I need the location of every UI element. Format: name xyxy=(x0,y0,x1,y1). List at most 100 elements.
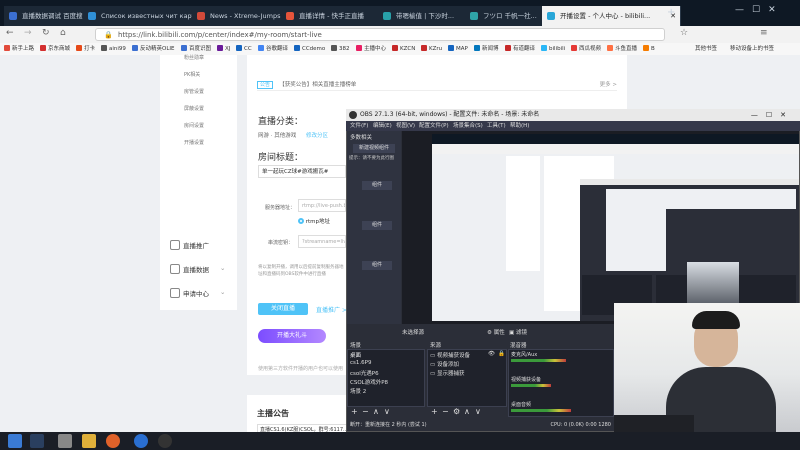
tab-favicon xyxy=(286,12,294,20)
bookmark-item[interactable]: 主播中心 xyxy=(356,44,386,54)
steam-icon[interactable] xyxy=(30,434,44,448)
back-icon[interactable]: ← xyxy=(6,28,14,38)
start-icon[interactable] xyxy=(8,434,22,448)
visibility-eye-icon[interactable]: 👁 xyxy=(488,351,495,357)
home-icon[interactable]: ⌂ xyxy=(60,28,66,38)
room-title-input[interactable]: 单一起玩CZ球#游戏搬瓦# xyxy=(258,165,346,178)
new-widget-button[interactable]: 新建视频组件 xyxy=(353,144,395,153)
bookmark-item[interactable]: 百度识图 xyxy=(181,44,211,54)
add-scene-icon[interactable]: + xyxy=(351,407,358,416)
change-category-link[interactable]: 修改分区 xyxy=(306,133,328,139)
rtmp-radio[interactable]: rtmp地址 xyxy=(298,217,330,225)
firefox-icon[interactable] xyxy=(106,434,120,448)
move-down-icon[interactable]: ∨ xyxy=(475,407,481,416)
address-bar[interactable]: 🔒 https://link.bilibili.com/p/center/ind… xyxy=(95,28,665,41)
obs-taskbar-icon[interactable] xyxy=(158,434,172,448)
bookmark-item[interactable]: 京东商城 xyxy=(40,44,70,54)
forward-icon[interactable]: → xyxy=(24,28,32,38)
obs-status-bar: 断开：重新连接在 2 秒内 (尝试 1) CPU: 0 (0.0K) 0:00 … xyxy=(347,420,614,430)
properties-button[interactable]: ⚙ 属性 xyxy=(487,328,505,336)
move-up-icon[interactable]: ∧ xyxy=(464,407,470,416)
notice-text[interactable]: 【获奖公告】相关直播主播榜单 xyxy=(279,82,356,88)
stream-key-input[interactable]: ?streamname=live_... xyxy=(298,235,346,248)
bookmark-item[interactable]: 谷歌翻译 xyxy=(258,44,288,54)
folder-icon[interactable] xyxy=(82,434,96,448)
sidebar-sub-item[interactable]: 屏蔽设置 xyxy=(184,105,204,112)
window-controls[interactable]: —☐✕ xyxy=(751,109,794,121)
sidebar-sub-item[interactable]: 房管设置 xyxy=(184,88,204,95)
bookmark-item[interactable]: bilibili xyxy=(541,44,565,54)
menu-edit[interactable]: 编辑(E) xyxy=(373,121,392,131)
bookmark-item[interactable]: XJ xyxy=(217,44,230,54)
browser-tab-active[interactable]: 开播设置 - 个人中心 - bilibili... ✕ xyxy=(542,6,681,26)
source-item[interactable]: ▭ 视频捕获设备 xyxy=(430,351,470,359)
app-icon[interactable] xyxy=(58,434,72,448)
window-controls[interactable]: —☐✕ xyxy=(735,5,784,15)
scene-item[interactable]: 场景 2 xyxy=(350,387,366,395)
server-address-input[interactable]: rtmp://live-push.bi... xyxy=(298,199,346,212)
add-source-icon[interactable]: + xyxy=(431,407,438,416)
widget-button[interactable]: 组件 xyxy=(362,221,392,230)
bookmark-item[interactable]: B xyxy=(643,44,655,54)
bookmark-item[interactable]: 打卡 xyxy=(76,44,95,54)
browser-tab[interactable]: Список известных чит карт xyxy=(83,6,210,26)
move-down-icon[interactable]: ∨ xyxy=(384,407,390,416)
source-item[interactable]: ▭ 设备添加 xyxy=(430,360,459,368)
bookmark-item[interactable]: CCdemo xyxy=(294,44,325,54)
bookmark-item[interactable]: 有道翻译 xyxy=(505,44,535,54)
move-up-icon[interactable]: ∧ xyxy=(373,407,379,416)
sidebar-item-label: 申请中心 xyxy=(183,290,209,298)
bookmark-item[interactable]: 新闻博 xyxy=(474,44,499,54)
sidebar-sub-item[interactable]: 房间设置 xyxy=(184,122,204,129)
menu-tools[interactable]: 工具(T) xyxy=(487,121,506,131)
menu-profile[interactable]: 配置文件(P) xyxy=(419,121,449,131)
mobile-bookmarks[interactable]: 移动设备上的书签 xyxy=(730,44,774,54)
close-live-button[interactable]: 关闭直播 xyxy=(258,303,308,315)
bookmark-item[interactable]: MAP xyxy=(448,44,468,54)
bookmark-item[interactable]: aini99 xyxy=(101,44,126,54)
bookmark-item[interactable]: 西瓜视频 xyxy=(571,44,601,54)
scene-item[interactable]: csol光遇P6 xyxy=(350,369,379,377)
k-app-icon[interactable] xyxy=(134,434,148,448)
tab-label: 直播详情 - 快手正直播 xyxy=(299,12,364,20)
bookmark-item[interactable]: 382 xyxy=(331,44,350,54)
menu-icon[interactable]: ≡ xyxy=(760,28,768,38)
remove-source-icon[interactable]: − xyxy=(442,407,449,416)
sidebar-sub-item[interactable]: 粉丝勋章 xyxy=(184,54,204,61)
obs-preview[interactable] xyxy=(402,131,799,324)
scene-item[interactable]: cs1.6P9 xyxy=(350,360,371,366)
source-settings-icon[interactable]: ⚙ xyxy=(453,407,460,416)
new-tab-icon[interactable]: + xyxy=(667,7,675,18)
remove-scene-icon[interactable]: − xyxy=(362,407,369,416)
filters-button[interactable]: ▣ 滤镜 xyxy=(509,328,527,336)
sidebar-item-promote[interactable]: 直播推广 xyxy=(170,240,209,250)
sidebar-item-data[interactable]: 直播数据 ⌄ xyxy=(170,264,225,274)
sidebar-sub-item[interactable]: 开播设置 xyxy=(184,139,204,146)
reload-icon[interactable]: ↻ xyxy=(42,28,50,38)
bookmark-item[interactable]: KZCN xyxy=(392,44,415,54)
tab-favicon xyxy=(197,12,205,20)
other-bookmarks[interactable]: 其他书签 xyxy=(695,44,717,54)
menu-file[interactable]: 文件(F) xyxy=(350,121,368,131)
bookmark-item[interactable]: KZru xyxy=(421,44,442,54)
menu-view[interactable]: 视图(V) xyxy=(396,121,415,131)
lock-icon[interactable]: 🔒 xyxy=(498,351,505,357)
menu-scene-collection[interactable]: 场景集合(S) xyxy=(453,121,483,131)
obs-menu-bar: 文件(F) 编辑(E) 视图(V) 配置文件(P) 场景集合(S) 工具(T) … xyxy=(346,121,800,131)
star-icon[interactable]: ☆ xyxy=(680,28,688,38)
source-item[interactable]: ▭ 显示器捕获 xyxy=(430,369,464,377)
widget-button[interactable]: 组件 xyxy=(362,181,392,190)
sidebar-item-apply[interactable]: 申请中心 ⌄ xyxy=(170,288,225,298)
scene-item[interactable]: CSOL游戏外P8 xyxy=(350,378,388,386)
scene-item[interactable]: 桌面 xyxy=(350,351,361,359)
widget-button[interactable]: 组件 xyxy=(362,261,392,270)
promote-link[interactable]: 直播推广 > xyxy=(316,305,347,314)
bookmark-item[interactable]: 新手上路 xyxy=(4,44,34,54)
sidebar-sub-item[interactable]: PK相关 xyxy=(184,71,200,78)
bookmark-item[interactable]: CC xyxy=(236,44,252,54)
notice-more-link[interactable]: 更多 > xyxy=(600,80,617,88)
event-badge[interactable]: 开播大礼斗 xyxy=(258,329,326,343)
bookmark-item[interactable]: 反动精英OLIE xyxy=(132,44,175,54)
menu-help[interactable]: 帮助(H) xyxy=(510,121,529,131)
bookmark-item[interactable]: 斗鱼直播 xyxy=(607,44,637,54)
